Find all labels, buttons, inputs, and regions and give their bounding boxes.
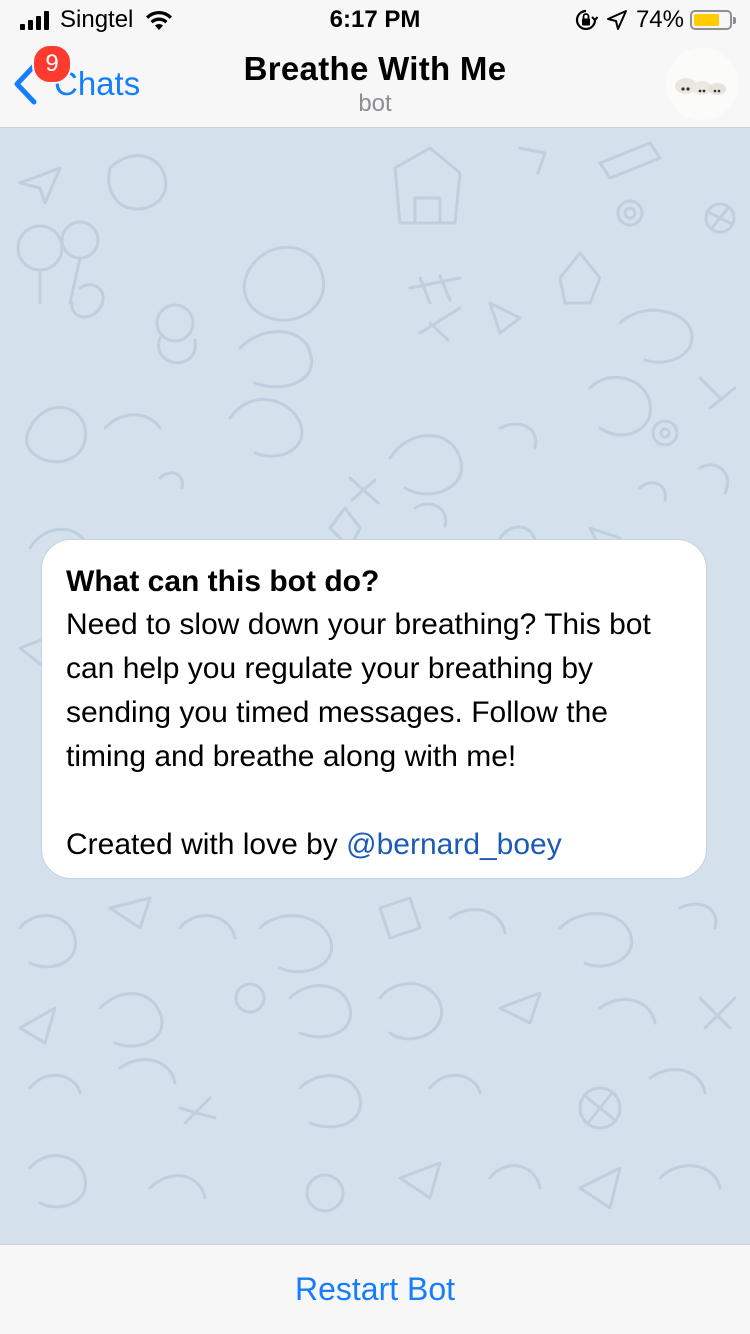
sheep-avatar-image: [666, 48, 738, 120]
chat-background: What can this bot do? Need to slow down …: [0, 128, 750, 1244]
bot-info-card: What can this bot do? Need to slow down …: [41, 539, 707, 879]
restart-bot-button[interactable]: Restart Bot: [0, 1245, 750, 1333]
battery-level-fill: [694, 14, 719, 26]
bottom-bar: Restart Bot: [0, 1244, 750, 1334]
location-arrow-icon: [606, 10, 627, 30]
battery-icon: [690, 10, 736, 30]
status-right: 74%: [574, 6, 736, 34]
chat-subtitle: bot: [358, 90, 392, 117]
bot-avatar[interactable]: [666, 48, 738, 120]
card-heading: What can this bot do?: [66, 565, 380, 598]
nav-bar: Chats 9 Breathe With Me bot: [0, 40, 750, 128]
card-description: Need to slow down your breathing? This b…: [66, 608, 651, 773]
credit-prefix: Created with love by: [66, 828, 347, 861]
chat-title[interactable]: Breathe With Me: [0, 50, 750, 88]
status-bar: Singtel 6:17 PM 74%: [0, 0, 750, 40]
creator-mention-link[interactable]: @bernard_boey: [346, 828, 562, 861]
orientation-lock-icon: [575, 9, 598, 31]
card-credit: Created with love by @bernard_boey: [66, 823, 682, 867]
battery-percent: 74%: [635, 6, 684, 33]
